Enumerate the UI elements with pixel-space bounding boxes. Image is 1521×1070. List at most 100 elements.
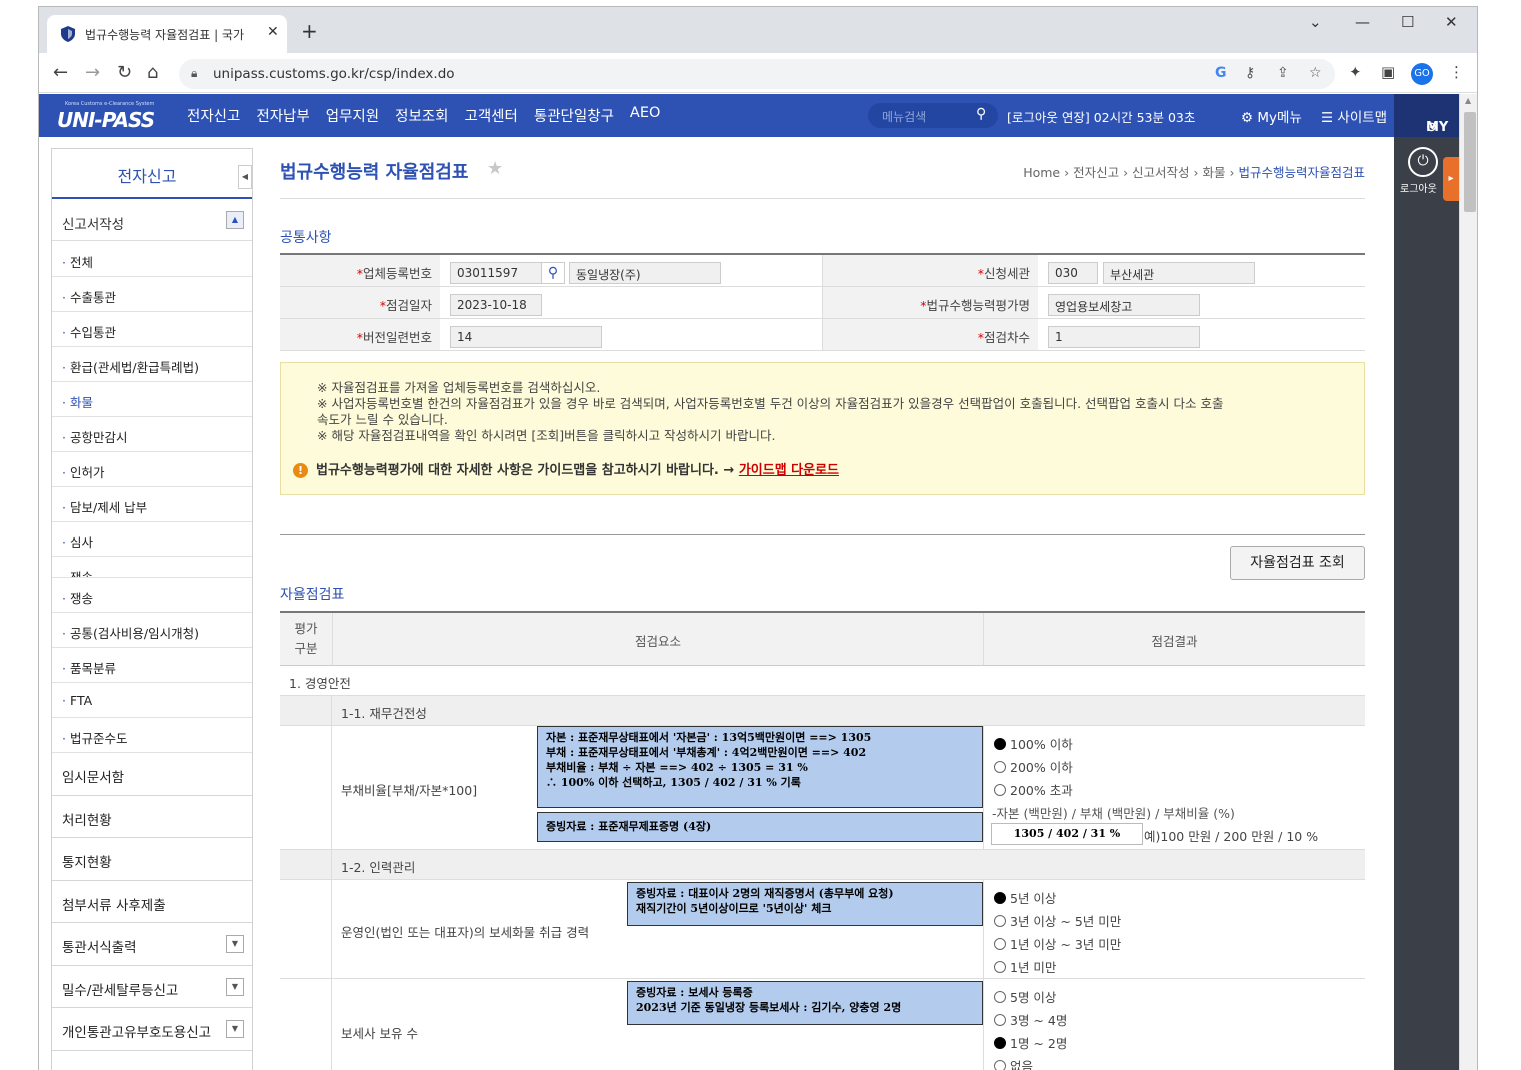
scroll-thumb[interactable] [1464,112,1476,212]
home-icon[interactable]: ⌂ [147,62,158,83]
sidebar-item[interactable]: · 법규준수도 [52,718,252,753]
sidebar-item[interactable]: · 환급(관세법/환급특례법) [52,347,252,382]
menu-e-payment[interactable]: 전자납부 [256,105,309,126]
radio-option[interactable]: 1명 ~ 2명 [994,1033,1067,1052]
sidebar-main-item[interactable]: 통관서식출력 ▼ [52,923,252,966]
menu-info-query[interactable]: 정보조회 [395,105,448,126]
sidebar-main-item[interactable]: 첨부서류 사후제출 [52,881,252,923]
radio-option[interactable]: 5명 이상 [994,987,1056,1006]
customs-code-field[interactable]: 030 [1048,262,1098,284]
scroll-up-icon[interactable]: ▲ [1465,96,1471,105]
sidebar-item[interactable]: · 쟁송 [52,578,252,613]
version-field[interactable]: 14 [450,326,602,348]
debt-ratio-input[interactable]: 1305 / 402 / 31 % [991,823,1143,845]
unipass-logo[interactable]: Korea Customs e-Clearance System UNI-PAS… [57,99,157,133]
radio-option[interactable]: 없음 [994,1056,1033,1070]
radio-option[interactable]: 200% 초과 [994,780,1073,799]
browser-menu-icon[interactable]: ⋮ [1449,63,1464,81]
radio-option[interactable]: 5년 이상 [994,888,1056,907]
radio-option[interactable]: 1년 미만 [994,957,1056,976]
radio-option[interactable]: 3명 ~ 4명 [994,1010,1067,1029]
menu-search-input[interactable]: 메뉴검색 ⚲ [868,103,998,128]
sidebar-section[interactable]: 신고서작성 ▲ [52,201,252,241]
menu-e-declaration[interactable]: 전자신고 [187,105,240,126]
menu-aeo[interactable]: AEO [630,105,661,126]
browser-tab[interactable]: 법규수행능력 자율점검표 | 국가 ✕ [47,15,287,53]
tab-close-icon[interactable]: ✕ [267,24,279,40]
side-panel-icon[interactable]: ▣ [1381,63,1395,81]
sidebar-item[interactable]: · FTA [52,683,252,718]
sidebar-item-active[interactable]: · 화물 [52,382,252,417]
power-icon[interactable]: ⏻ [1408,147,1438,177]
menu-business-support[interactable]: 업무지원 [326,105,379,126]
favorite-star-icon[interactable]: ★ [487,158,503,179]
round-field[interactable]: 1 [1048,326,1200,348]
radio-option[interactable]: 100% 이하 [994,734,1073,753]
menu-single-window[interactable]: 통관단일창구 [534,105,614,126]
radio-option[interactable]: 200% 이하 [994,757,1073,776]
sidebar-main-item[interactable]: 임시문서함 [52,753,252,796]
sidebar-item[interactable]: · 담보/제세 납부 [52,487,252,522]
new-tab-icon[interactable]: + [301,19,318,43]
back-icon[interactable]: ← [53,62,68,83]
close-window-icon[interactable]: ✕ [1445,13,1458,31]
check-date-field[interactable]: 2023-10-18 [450,294,542,316]
sidebar-collapse-icon[interactable]: ◀ [238,165,252,189]
reload-icon[interactable]: ↻ [117,62,132,83]
radio-option[interactable]: 1년 이상 ~ 3년 미만 [994,934,1121,953]
form-row: *버전일련번호 14 *점검차수 1 [280,319,1365,351]
eval-name-field[interactable]: 영업용보세창고 [1048,294,1200,316]
key-icon[interactable]: ⚷ [1245,65,1255,81]
expand-down-icon[interactable]: ▼ [226,977,244,996]
maximize-icon[interactable]: ☐ [1401,13,1414,31]
sitemap-link[interactable]: ☰ 사이트맵 [1321,106,1387,126]
guide-download-link[interactable]: 가이드맵 다운로드 [739,463,839,478]
query-checklist-button[interactable]: 자율점검표 조회 [1230,546,1365,580]
sidebar-item[interactable]: · 전체 [52,242,252,277]
my-panel-toggle[interactable]: MY ⊙ [1394,94,1459,137]
my-menu-link[interactable]: ⚙ My메뉴 [1241,106,1302,126]
checklist-table: 평가 구분 점검요소 점검결과 1. 경영안전 1-1. 재무건전성 부채비율[부… [280,611,1365,1070]
expand-down-icon[interactable]: ▼ [226,935,244,953]
minimize-icon[interactable]: — [1355,13,1370,31]
notice-box: ※ 자율점검표를 가져올 업체등록번호를 검색하십시오. ※ 사업자등록번호별 … [280,362,1365,495]
sidebar-main-item[interactable]: 처리현황 [52,796,252,838]
radio-200[interactable] [994,761,1006,773]
sidebar-item[interactable]: · 품목분류 [52,648,252,683]
profile-avatar[interactable]: GO [1411,63,1433,85]
radio-200-over[interactable] [994,784,1006,796]
tab-search-chevron-icon[interactable]: ⌄ [1309,13,1322,31]
radio-100[interactable] [994,738,1006,750]
radio-option[interactable]: 3년 이상 ~ 5년 미만 [994,911,1121,930]
sidebar-main-item[interactable]: 개인통관고유부호도용신고 ▼ [52,1008,252,1051]
sidebar-item[interactable]: · 수출통관 [52,277,252,312]
sidebar-main-item[interactable]: 밀수/관세탈루등신고 ▼ [52,966,252,1008]
biz-search-icon[interactable]: ⚲ [541,262,565,284]
customs-name-field[interactable]: 부산세관 [1103,262,1255,284]
menu-customer-center[interactable]: 고객센터 [465,105,518,126]
sidebar-item[interactable]: · 공통(검사비용/임시개청) [52,613,252,648]
search-icon[interactable]: ⚲ [976,106,986,122]
logout-label[interactable]: 로그아웃 [1400,180,1437,195]
bookmark-star-icon[interactable]: ☆ [1309,65,1322,81]
share-icon[interactable]: ⇪ [1277,65,1289,81]
panel-expand-tab[interactable]: ▸ [1443,157,1459,201]
common-form: *업체등록번호 03011597 ⚲ 동일냉장(주) *신청세관 030 부산세… [280,253,1365,351]
sidebar-item[interactable]: · 인허가 [52,452,252,487]
omnibox[interactable]: 🔒︎ unipass.customs.go.kr/csp/index.do G … [179,59,1335,89]
biz-no-field[interactable]: 03011597 [450,262,542,284]
collapse-up-icon[interactable]: ▲ [226,211,244,229]
biz-name-field[interactable]: 동일냉장(주) [569,262,721,284]
sidebar-item[interactable]: · 심사 [52,522,252,557]
sidebar-main-item[interactable]: 통지현황 [52,838,252,881]
expand-down-icon[interactable]: ▼ [226,1020,244,1038]
forward-icon[interactable]: → [85,62,100,83]
google-icon[interactable]: G [1215,65,1227,81]
session-timer[interactable]: [로그아웃 연장] 02시간 53분 03초 [1007,107,1195,126]
sidebar-item[interactable]: · 쟁송 [52,557,252,578]
extensions-icon[interactable]: ✦ [1349,63,1362,81]
sidebar-item[interactable]: · 수입통관 [52,312,252,347]
page-scrollbar[interactable]: ▲ [1459,94,1477,1070]
sidebar-item[interactable]: · 공항만감시 [52,417,252,452]
annotation-note: 증빙자료 : 보세사 등록증 2023년 기준 동일냉장 등록보세사 : 김기수… [627,981,983,1025]
